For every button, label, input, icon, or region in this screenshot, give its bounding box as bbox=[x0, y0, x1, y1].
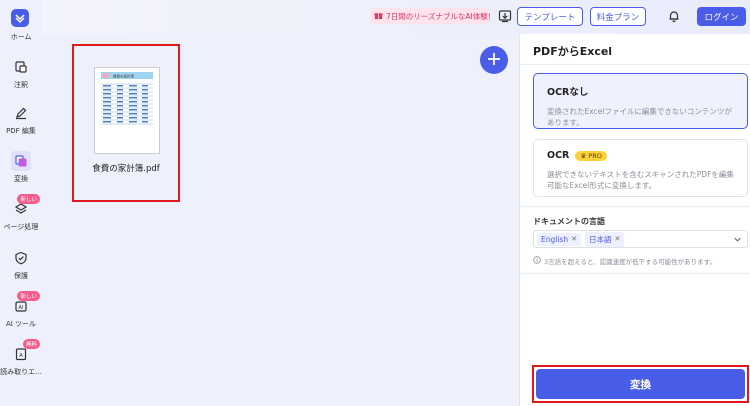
file-name: 食費の家計簿.pdf bbox=[92, 164, 160, 174]
promo-banner[interactable]: 7日間のリーズナブルなAI体験！ bbox=[370, 8, 490, 24]
bell-icon[interactable] bbox=[667, 9, 681, 23]
option-desc: 変換されたExcelファイルに編集できないコンテンツがあります。 bbox=[547, 107, 732, 128]
promo-text: 7日間のリーズナブルなAI体験！ bbox=[386, 11, 490, 21]
sidebar-item-ai-tools[interactable]: AI 新しい AI ツール bbox=[0, 291, 42, 329]
close-icon[interactable]: ✕ bbox=[571, 235, 577, 243]
add-file-button[interactable] bbox=[480, 46, 508, 74]
file-card[interactable]: 食費の家計簿 食費の家計簿.pdf bbox=[72, 44, 180, 202]
language-chip-japanese: 日本語 ✕ bbox=[584, 231, 625, 247]
language-select[interactable]: English ✕ 日本語 ✕ bbox=[533, 230, 748, 248]
gift-icon bbox=[374, 11, 383, 22]
file-thumbnail: 食費の家計簿 bbox=[94, 67, 160, 154]
pro-badge: ♛ PRO bbox=[575, 150, 607, 161]
sidebar-item-label: 注釈 bbox=[14, 81, 28, 89]
plus-icon bbox=[487, 52, 501, 69]
sidebar-item-label: 読み取りエ... bbox=[0, 368, 42, 376]
info-icon bbox=[533, 256, 541, 266]
language-chip-english: English ✕ bbox=[537, 232, 581, 246]
divider bbox=[520, 273, 750, 274]
convert-panel: PDFからExcel OCRなし 変換されたExcelファイルに編集できないコン… bbox=[519, 34, 750, 406]
option-title: OCRなし bbox=[547, 87, 589, 98]
sidebar-item-convert[interactable]: 変換 bbox=[0, 151, 42, 184]
close-icon[interactable]: ✕ bbox=[614, 235, 620, 243]
sidebar-item-annotate[interactable]: 注釈 bbox=[0, 57, 42, 90]
sidebar-item-pdf-edit[interactable]: PDF 編集 bbox=[0, 103, 42, 136]
option-title: OCR bbox=[547, 150, 570, 161]
language-label: ドキュメントの言語 bbox=[533, 217, 605, 226]
sidebar-item-label: 保護 bbox=[14, 272, 28, 280]
svg-text:AI: AI bbox=[19, 305, 24, 311]
login-button[interactable]: ログイン bbox=[697, 7, 746, 26]
divider bbox=[520, 206, 750, 207]
sidebar-item-protect[interactable]: 保護 bbox=[0, 248, 42, 281]
sidebar-item-label: ホーム bbox=[10, 33, 32, 41]
sidebar-item-label: ページ処理 bbox=[3, 223, 39, 231]
shield-icon bbox=[11, 248, 31, 268]
app-logo-icon[interactable] bbox=[11, 9, 29, 27]
sidebar-item-label: PDF 編集 bbox=[6, 127, 36, 135]
panel-title: PDFからExcel bbox=[533, 45, 613, 58]
top-bar: 7日間のリーズナブルなAI体験！ テンプレート 料金プラン ログイン bbox=[0, 0, 750, 34]
crown-icon: ♛ bbox=[580, 151, 587, 160]
sidebar-item-page-processing[interactable]: 新しい ページ処理 bbox=[0, 194, 42, 232]
sidebar-item-home[interactable]: ホーム bbox=[0, 29, 42, 42]
convert-icon bbox=[11, 151, 31, 171]
template-button[interactable]: テンプレート bbox=[517, 7, 583, 26]
file-canvas: 食費の家計簿 食費の家計簿.pdf bbox=[42, 34, 519, 406]
svg-text:A: A bbox=[19, 353, 23, 359]
divider bbox=[520, 64, 750, 65]
download-icon[interactable] bbox=[498, 9, 512, 23]
chevron-down-icon[interactable] bbox=[733, 235, 742, 247]
language-note: 3言語を超えると、認識速度が低下する可能性があります。 bbox=[533, 256, 716, 266]
note-text: 3言語を超えると、認識速度が低下する可能性があります。 bbox=[544, 258, 717, 266]
sidebar-item-label: AI ツール bbox=[5, 320, 37, 328]
new-badge: 新しい bbox=[17, 291, 40, 301]
pricing-button[interactable]: 料金プラン bbox=[590, 7, 646, 26]
convert-highlight: 変換 bbox=[532, 365, 749, 403]
sidebar: ホーム 注釈 PDF 編集 変換 新しい ページ処理 保護 AI 新しい AI … bbox=[0, 0, 42, 406]
free-badge: 無料 bbox=[22, 339, 40, 349]
sidebar-item-label: 変換 bbox=[14, 175, 28, 183]
option-ocr[interactable]: OCR ♛ PRO 選択できないテキストを含むスキャンされたPDFを編集可能なE… bbox=[533, 139, 748, 197]
edit-pen-icon bbox=[11, 103, 31, 123]
thumb-title: 食費の家計簿 bbox=[113, 74, 134, 79]
sidebar-item-reader[interactable]: A 無料 読み取りエ... bbox=[0, 339, 42, 377]
new-badge: 新しい bbox=[17, 194, 40, 204]
option-no-ocr[interactable]: OCRなし 変換されたExcelファイルに編集できないコンテンツがあります。 bbox=[533, 73, 748, 129]
annotate-icon bbox=[11, 57, 31, 77]
option-desc: 選択できないテキストを含むスキャンされたPDFを編集可能なExcel形式に変換し… bbox=[547, 170, 734, 191]
convert-button[interactable]: 変換 bbox=[536, 369, 745, 399]
